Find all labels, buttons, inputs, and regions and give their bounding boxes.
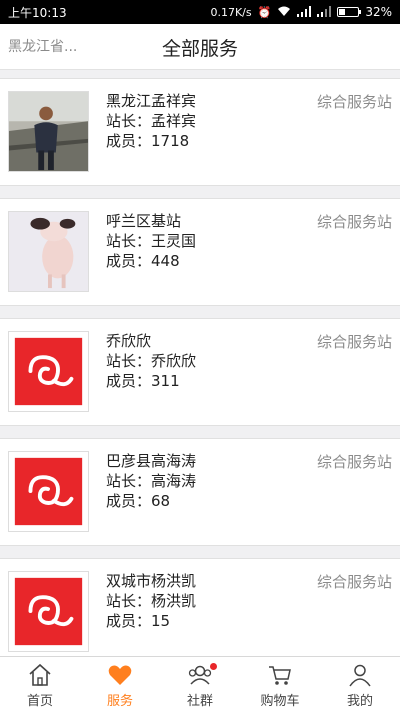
station-info: 巴彦县高海涛 站长： 高海涛 成员： 68 <box>106 451 196 511</box>
station-card[interactable]: 双城市杨洪凯 站长： 杨洪凯 成员： 15 综合服务站 <box>0 558 400 656</box>
station-members-row: 成员： 1718 <box>106 131 196 151</box>
station-info: 黑龙江孟祥宾 站长： 孟祥宾 成员： 1718 <box>106 91 196 151</box>
battery-icon <box>337 7 362 17</box>
profile-icon <box>349 664 371 687</box>
station-type: 综合服务站 <box>316 453 392 471</box>
station-members-row: 成员： 68 <box>106 491 196 511</box>
tab-home[interactable]: 首页 <box>0 657 80 711</box>
members-count: 15 <box>151 612 171 630</box>
status-time: 上午10:13 <box>8 5 67 20</box>
manager-name: 高海涛 <box>151 472 197 490</box>
station-manager-row: 站长： 高海涛 <box>106 471 196 491</box>
members-count: 311 <box>151 372 180 390</box>
station-manager-row: 站长： 乔欣欣 <box>106 351 196 371</box>
station-manager-row: 站长： 孟祥宾 <box>106 111 196 131</box>
tab-profile-label: 我的 <box>346 694 373 709</box>
members-count: 1718 <box>151 132 190 150</box>
station-info: 乔欣欣 站长： 乔欣欣 成员： 311 <box>106 331 196 391</box>
station-info: 呼兰区基站 站长： 王灵国 成员： 448 <box>106 211 196 271</box>
network-speed: 0.17K/s <box>210 5 252 19</box>
header: 黑龙江省... 全部服务 <box>0 24 400 70</box>
tab-community-label: 社群 <box>186 694 213 709</box>
signal-icon-2 <box>317 5 332 19</box>
heart-icon <box>108 665 132 685</box>
home-icon <box>29 663 51 686</box>
station-type: 综合服务站 <box>316 213 392 231</box>
signal-icon <box>297 5 312 19</box>
manager-label: 站长： <box>106 592 152 610</box>
tab-home-label: 首页 <box>26 694 53 709</box>
bottom-tabbar: 首页 服务 社群 购物车 我的 <box>0 656 400 711</box>
station-type: 综合服务站 <box>316 93 392 111</box>
status-indicators: 0.17K/s ⏰ 32% <box>210 5 392 19</box>
station-info: 双城市杨洪凯 站长： 杨洪凯 成员： 15 <box>106 571 196 631</box>
manager-name: 乔欣欣 <box>151 352 197 370</box>
members-label: 成员： <box>106 252 152 270</box>
station-type: 综合服务站 <box>316 573 392 591</box>
station-card[interactable]: 巴彦县高海涛 站长： 高海涛 成员： 68 综合服务站 <box>0 438 400 546</box>
red-logo-icon <box>9 452 88 531</box>
station-manager-row: 站长： 王灵国 <box>106 231 196 251</box>
tab-service[interactable]: 服务 <box>80 657 160 711</box>
alarm-icon: ⏰ <box>257 5 272 19</box>
red-logo-icon <box>9 572 88 651</box>
station-members-row: 成员： 448 <box>106 251 196 271</box>
person-photo-icon <box>9 92 88 171</box>
station-name: 黑龙江孟祥宾 <box>106 92 197 110</box>
manager-label: 站长： <box>106 112 152 130</box>
manager-label: 站长： <box>106 232 152 250</box>
station-thumbnail-logo <box>8 331 89 412</box>
tab-cart[interactable]: 购物车 <box>240 657 320 711</box>
station-thumbnail-logo <box>8 451 89 532</box>
manager-label: 站长： <box>106 352 152 370</box>
wifi-icon <box>277 6 291 19</box>
station-card[interactable]: 呼兰区基站 站长： 王灵国 成员： 448 综合服务站 <box>0 198 400 306</box>
manager-name: 杨洪凯 <box>151 592 197 610</box>
manager-name: 孟祥宾 <box>151 112 197 130</box>
station-card[interactable]: 乔欣欣 站长： 乔欣欣 成员： 311 综合服务站 <box>0 318 400 426</box>
community-badge <box>210 663 217 670</box>
members-label: 成员： <box>106 612 152 630</box>
red-logo-icon <box>9 332 88 411</box>
station-name: 巴彦县高海涛 <box>106 452 197 470</box>
station-name: 双城市杨洪凯 <box>106 572 197 590</box>
battery-fill <box>339 9 346 15</box>
tab-service-label: 服务 <box>106 694 133 709</box>
station-thumbnail-pig <box>8 211 89 292</box>
station-name: 呼兰区基站 <box>106 212 182 230</box>
tab-cart-label: 购物车 <box>260 694 300 709</box>
members-label: 成员： <box>106 132 152 150</box>
station-thumbnail-person <box>8 91 89 172</box>
members-label: 成员： <box>106 492 152 510</box>
station-card[interactable]: 黑龙江孟祥宾 站长： 孟祥宾 成员： 1718 综合服务站 <box>0 78 400 186</box>
pig-photo-icon <box>9 212 88 291</box>
tab-profile[interactable]: 我的 <box>320 657 400 711</box>
tab-community[interactable]: 社群 <box>160 657 240 711</box>
station-type: 综合服务站 <box>316 333 392 351</box>
cart-icon <box>269 666 291 685</box>
station-name: 乔欣欣 <box>106 332 152 350</box>
station-members-row: 成员： 311 <box>106 371 196 391</box>
members-count: 448 <box>151 252 180 270</box>
battery-percent: 32% <box>365 5 392 19</box>
station-manager-row: 站长： 杨洪凯 <box>106 591 196 611</box>
station-thumbnail-logo <box>8 571 89 652</box>
manager-label: 站长： <box>106 472 152 490</box>
station-members-row: 成员： 15 <box>106 611 196 631</box>
station-list[interactable]: 黑龙江孟祥宾 站长： 孟祥宾 成员： 1718 综合服务站 呼兰区基站 站长： 王灵国… <box>0 70 400 656</box>
members-count: 68 <box>151 492 171 510</box>
members-label: 成员： <box>106 372 152 390</box>
page-title: 全部服务 <box>161 38 238 60</box>
manager-name: 王灵国 <box>151 232 197 250</box>
status-bar: 上午10:13 0.17K/s ⏰ 32% <box>0 0 400 24</box>
